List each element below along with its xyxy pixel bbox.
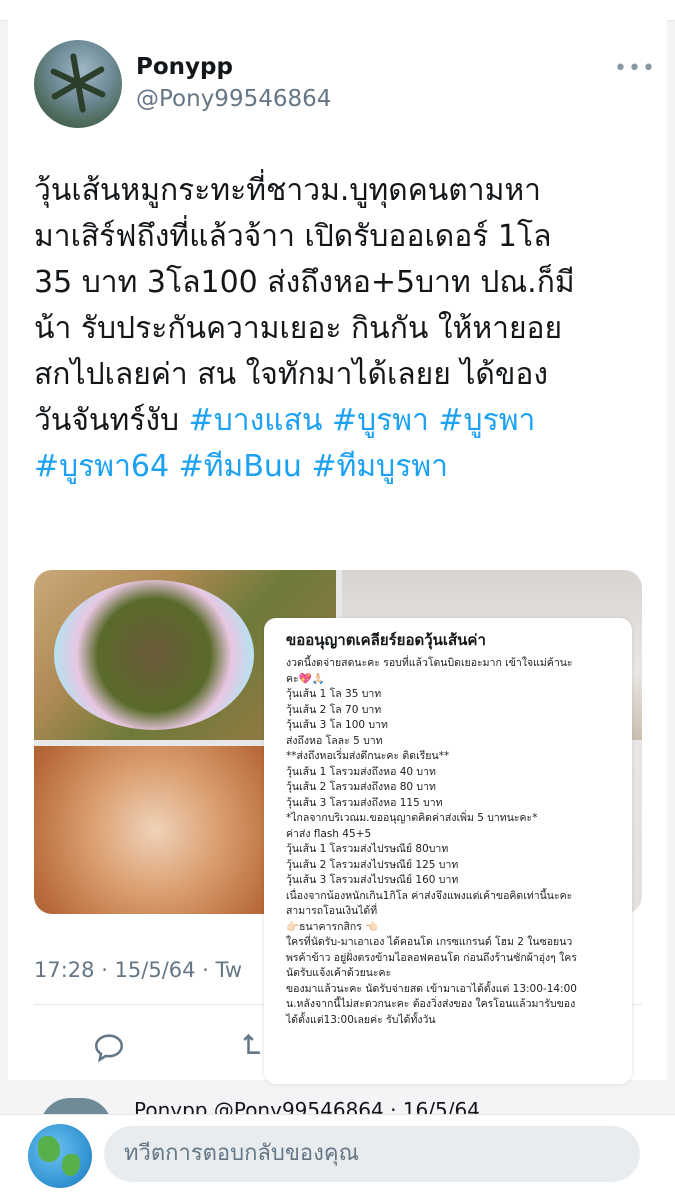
tweet-line: วันจันทร์งับ (34, 403, 189, 438)
overlay-line: ได้ตั้งแต่13:00เลยค่ะ รับได้ทั้งวัน (286, 1013, 436, 1026)
overlay-line: วุ้นเส้น 2 โลรวมส่งไปรษณีย์ 125 บาท (286, 858, 459, 871)
overlay-line: นัดรับแจ้งเค้าด้วยนะคะ (286, 967, 392, 979)
land-shape (38, 1136, 60, 1162)
globe-avatar-icon (28, 1124, 92, 1188)
tweet-line: สกไปเลยค่า สน ใจทักมาได้เลยย ได้ของ (34, 357, 549, 392)
hashtag-link[interactable]: #ทีมบูรพา (311, 449, 447, 484)
overlay-line: ส่งถึงหอ โลละ 5 บาท (286, 734, 383, 747)
hashtag-link[interactable]: #ทีมBuu (179, 449, 302, 484)
overlay-line: วุ้นเส้น 3 โลรวมส่งถึงหอ 115 บาท (286, 796, 443, 809)
overlay-line: วุ้นเส้น 2 โลรวมส่งถึงหอ 80 บาท (286, 781, 436, 793)
hashtag-link[interactable]: #บูรพา64 (34, 449, 169, 484)
author-name[interactable]: Ponypp (136, 54, 233, 80)
tweet-line: วุ้นเส้นหมูกระทะที่ชาวม.บูทุดคนตามหา (34, 173, 541, 208)
plate-image (54, 580, 254, 730)
overlay-line: *ไกลจากบริเวณม.ขออนุญาตคิดค่าส่งเพิ่ม 5 … (286, 812, 538, 824)
overlay-line: เนื่องจากน้องหนักเกิน1กิโล ค่าส่งจึงแพงแ… (286, 889, 573, 902)
overlay-line: วุ้นเส้น 3 โล 100 บาท (286, 719, 388, 731)
overlay-line: 👉🏻ธนาคารกสิกร 👈🏻 (286, 920, 379, 933)
reply-icon[interactable] (92, 1030, 126, 1071)
hashtag-link[interactable]: #บูรพา (332, 403, 429, 438)
overlay-line: ของมาแล้วนะคะ นัดรับจ่ายสด เข้ามาเอาได้ต… (286, 982, 577, 995)
overlay-line: สามารถโอนเงินได้ที่ (286, 905, 378, 917)
overlay-line: วุ้นเส้น 2 โล 70 บาท (286, 703, 382, 716)
land-shape (62, 1154, 80, 1176)
overlay-line: **ส่งถึงหอเริ่มส่งดึกนะคะ ติดเรียน** (286, 750, 450, 762)
overlay-line: วุ้นเส้น 1 โล 35 บาท (286, 688, 382, 700)
author-handle[interactable]: @Pony99546864 (136, 86, 331, 112)
overlay-line: งวดนี้งดจ่ายสดนะคะ รอบที่แล้วโดนบิดเยอะม… (286, 657, 573, 669)
overlay-line: น.หลังจากนี้ไม่สะดวกนะคะ ต้องวิ่งส่งของ … (286, 998, 576, 1010)
overlay-line: วุ้นเส้น 1 โลรวมส่งถึงหอ 40 บาท (286, 765, 436, 778)
overlay-line: วุ้นเส้น 3 โลรวมส่งไปรษณีย์ 160 บาท (286, 874, 459, 886)
top-bar (0, 0, 675, 21)
overlay-line: ใครที่นัดรับ-มาเอาเอง ได้คอนโด เกรซแกรนด… (286, 936, 573, 948)
overlay-line: คะ💖🙏🏻 (286, 672, 325, 685)
price-list-overlay: ขออนุญาตเคลียร์ยอดวุ้นเส้นค่า งวดนี้งดจ่… (264, 618, 632, 1084)
tweet-text: วุ้นเส้นหมูกระทะที่ชาวม.บูทุดคนตามหา มาเ… (34, 168, 644, 490)
overlay-line: วุ้นเส้น 1 โลรวมส่งไปรษณีย์ 80บาท (286, 843, 449, 855)
more-options-icon[interactable]: ••• (614, 56, 656, 81)
hashtag-link[interactable]: #บางแสน (189, 403, 323, 438)
tweet-timestamp[interactable]: 17:28 · 15/5/64 · Tw (34, 958, 242, 982)
tweet-line: 35 บาท 3โล100 ส่งถึงหอ+5บาท ปณ.ก็มี (34, 265, 575, 300)
avatar[interactable] (34, 40, 122, 128)
tweet-line: น้า รับประกันความเยอะ กินกัน ให้หายอย (34, 311, 563, 346)
reply-input[interactable]: ทวีตการตอบกลับของคุณ (104, 1126, 640, 1182)
overlay-lines: งวดนี้งดจ่ายสดนะคะ รอบที่แล้วโดนบิดเยอะม… (286, 656, 622, 1028)
tweet-line: มาเสิร์ฟถึงที่แล้วจ้าา เปิดรับออเดอร์ 1โ… (34, 219, 552, 254)
hashtag-link[interactable]: #บูรพา (438, 403, 535, 438)
overlay-line: ค่าส่ง flash 45+5 (286, 827, 372, 840)
overlay-title: ขออนุญาตเคลียร์ยอดวุ้นเส้นค่า (286, 631, 486, 649)
overlay-line: พรค้าข้าว อยู่ฝั่งตรงข้ามไอลอฟคอนโด ก่อน… (286, 951, 577, 964)
